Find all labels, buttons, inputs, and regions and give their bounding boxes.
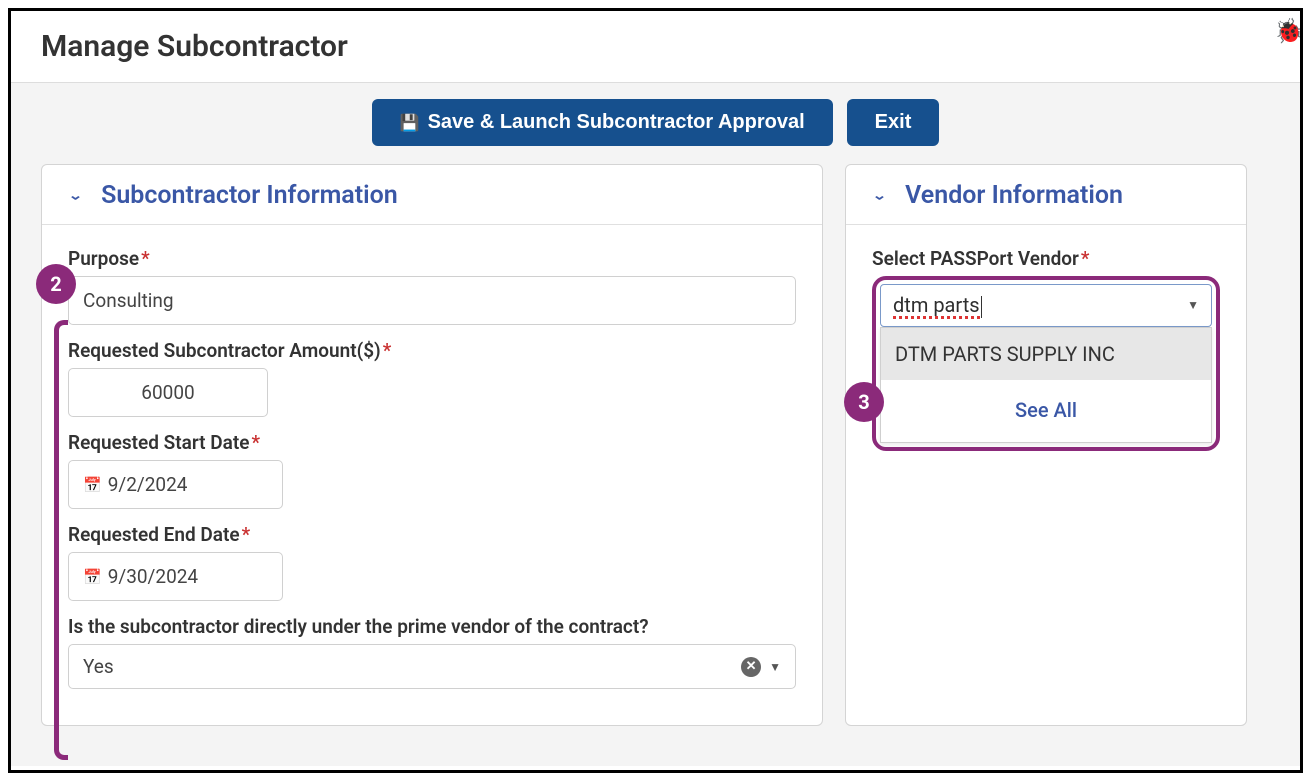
vendor-option[interactable]: DTM PARTS SUPPLY INC (881, 328, 1211, 380)
prime-vendor-value: Yes (83, 655, 114, 678)
text-cursor (981, 296, 982, 318)
see-all-link[interactable]: See All (881, 380, 1211, 442)
caret-down-icon: ▼ (1187, 298, 1199, 312)
start-date-label: Requested Start Date* (68, 431, 796, 454)
caret-down-icon: ▼ (769, 660, 781, 674)
prime-vendor-label: Is the subcontractor directly under the … (68, 615, 796, 638)
purpose-input[interactable]: Consulting (68, 276, 796, 325)
amount-value: 60000 (141, 381, 194, 404)
callout-badge-3: 3 (844, 382, 884, 422)
start-date-value: 9/2/2024 (108, 473, 188, 496)
vendor-select-label: Select PASSPort Vendor* (872, 247, 1220, 270)
bug-icon[interactable]: 🐞 (1274, 17, 1303, 45)
chevron-down-icon: ⌄ (872, 188, 887, 203)
subcontractor-info-header[interactable]: ⌄ Subcontractor Information (42, 165, 822, 225)
end-date-input[interactable]: 📅 9/30/2024 (68, 552, 283, 601)
content-area: 💾 Save & Launch Subcontractor Approval E… (11, 83, 1300, 766)
purpose-label: Purpose* (68, 247, 796, 270)
vendor-info-title: Vendor Information (905, 181, 1123, 210)
end-date-value: 9/30/2024 (108, 565, 198, 588)
save-launch-label: Save & Launch Subcontractor Approval (428, 111, 805, 134)
vendor-highlight-box: dtm parts ▼ DTM PARTS SUPPLY INC See All (872, 276, 1220, 451)
chevron-down-icon: ⌄ (68, 188, 83, 203)
exit-label: Exit (875, 111, 912, 134)
amount-label: Requested Subcontractor Amount($)* (68, 339, 796, 362)
vendor-search-input[interactable]: dtm parts ▼ (880, 284, 1212, 327)
calendar-icon: 📅 (83, 476, 102, 494)
page-title: Manage Subcontractor (11, 11, 1300, 83)
clear-icon[interactable]: ✕ (741, 657, 761, 677)
callout-bracket (54, 320, 68, 760)
exit-button[interactable]: Exit (847, 99, 940, 146)
save-icon: 💾 (400, 113, 420, 133)
vendor-info-panel: ⌄ Vendor Information Select PASSPort Ven… (845, 164, 1247, 726)
calendar-icon: 📅 (83, 568, 102, 586)
end-date-label: Requested End Date* (68, 523, 796, 546)
vendor-dropdown: DTM PARTS SUPPLY INC See All (880, 327, 1212, 443)
save-launch-button[interactable]: 💾 Save & Launch Subcontractor Approval (372, 99, 833, 146)
vendor-info-header[interactable]: ⌄ Vendor Information (846, 165, 1246, 225)
callout-badge-2: 2 (36, 264, 76, 304)
prime-vendor-select[interactable]: Yes ✕ ▼ (68, 644, 796, 689)
vendor-typed-text: dtm parts (893, 293, 980, 317)
start-date-input[interactable]: 📅 9/2/2024 (68, 460, 283, 509)
amount-input[interactable]: 60000 (68, 368, 268, 417)
purpose-value: Consulting (83, 289, 174, 312)
action-button-row: 💾 Save & Launch Subcontractor Approval E… (11, 99, 1300, 164)
subcontractor-info-panel: ⌄ Subcontractor Information Purpose* Con… (41, 164, 823, 726)
subcontractor-info-title: Subcontractor Information (101, 181, 398, 210)
